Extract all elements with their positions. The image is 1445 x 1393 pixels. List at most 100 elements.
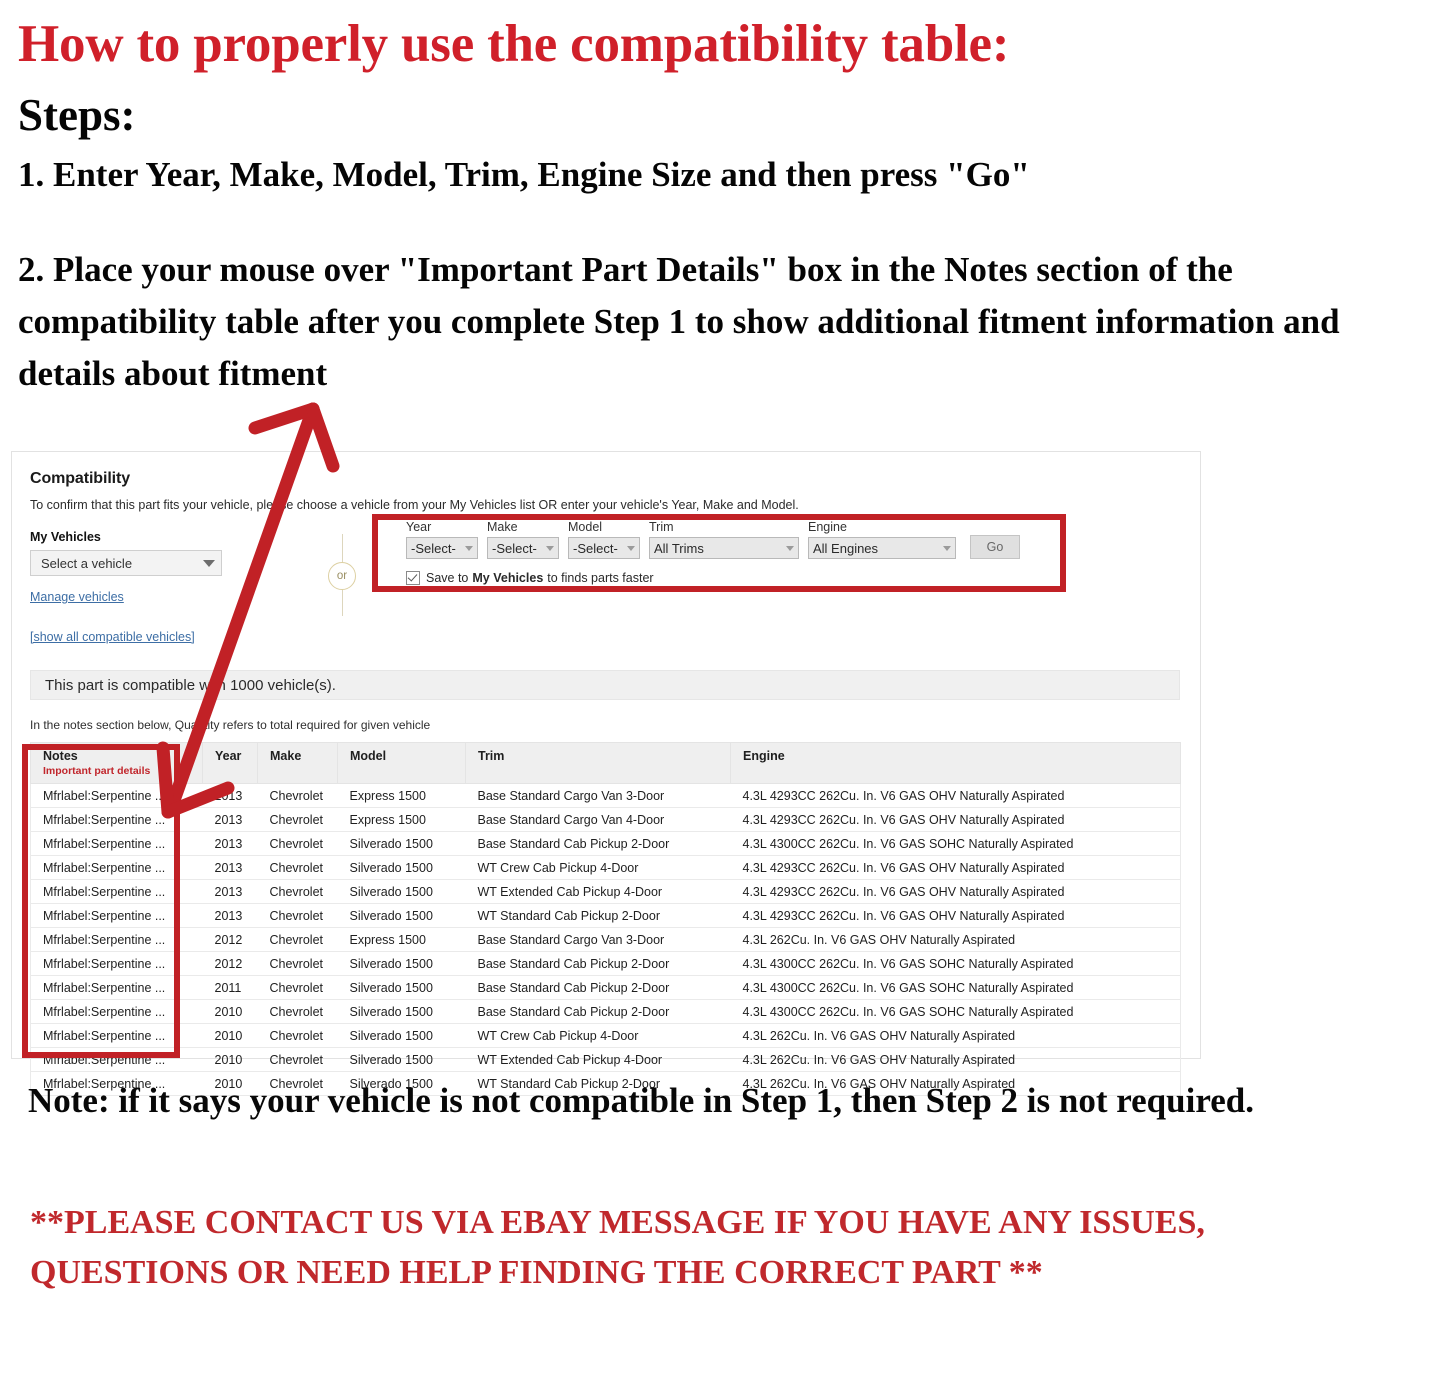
save-text-pre: Save to (426, 571, 469, 585)
cell-notes: Mfrlabel:Serpentine ... (30, 831, 203, 856)
cell-notes: Mfrlabel:Serpentine ... (30, 807, 203, 832)
cell-make: Chevrolet (257, 807, 338, 832)
step-2-text: 2. Place your mouse over "Important Part… (18, 250, 1340, 393)
cell-notes: Mfrlabel:Serpentine ... (30, 783, 203, 808)
cell-model: Silverado 1500 (337, 1047, 466, 1072)
cell-model: Silverado 1500 (337, 855, 466, 880)
step-1-text: 1. Enter Year, Make, Model, Trim, Engine… (18, 155, 1030, 194)
cell-trim: WT Extended Cab Pickup 4-Door (465, 1047, 731, 1072)
col-header-year[interactable]: Year (202, 742, 258, 784)
field-model: Model -Select- (568, 520, 640, 559)
engine-value: All Engines (813, 540, 879, 556)
table-row[interactable]: Mfrlabel:Serpentine ... 2013 Chevrolet Silv… (30, 879, 1181, 904)
cell-engine: 4.3L 4300CC 262Cu. In. V6 GAS SOHC Natur… (730, 831, 1181, 856)
table-row[interactable]: Mfrlabel:Serpentine ... 2013 Chevrolet Expr… (30, 807, 1181, 832)
chevron-down-icon (546, 545, 554, 551)
table-row[interactable]: Mfrlabel:Serpentine ... 2012 Chevrolet Expr… (30, 927, 1181, 952)
cell-model: Express 1500 (337, 927, 466, 952)
steps-heading: Steps: (18, 90, 136, 140)
field-trim: Trim All Trims (649, 520, 799, 559)
engine-dropdown[interactable]: All Engines (808, 537, 956, 559)
table-row[interactable]: Mfrlabel:Serpentine ... 2013 Chevrolet Silv… (30, 831, 1181, 856)
model-dropdown[interactable]: -Select- (568, 537, 640, 559)
make-value: -Select- (492, 540, 537, 556)
vehicle-select-value: Select a vehicle (41, 555, 133, 571)
cell-engine: 4.3L 262Cu. In. V6 GAS OHV Naturally Asp… (730, 1047, 1181, 1072)
cell-model: Silverado 1500 (337, 951, 466, 976)
table-row[interactable]: Mfrlabel:Serpentine ... 2011 Chevrolet Silv… (30, 975, 1181, 1000)
table-row[interactable]: Mfrlabel:Serpentine ... 2010 Chevrolet Silv… (30, 1023, 1181, 1048)
cell-trim: WT Crew Cab Pickup 4-Door (465, 855, 731, 880)
col-header-notes-label: Notes (43, 749, 78, 763)
table-row[interactable]: Mfrlabel:Serpentine ... 2013 Chevrolet Silv… (30, 855, 1181, 880)
col-header-notes[interactable]: Notes Important part details (30, 742, 203, 784)
instructions-block: How to properly use the compatibility ta… (18, 0, 1418, 399)
cell-engine: 4.3L 4293CC 262Cu. In. V6 GAS OHV Natura… (730, 879, 1181, 904)
table-row[interactable]: Mfrlabel:Serpentine ... 2010 Chevrolet Silv… (30, 999, 1181, 1024)
col-header-make[interactable]: Make (257, 742, 338, 784)
col-header-model[interactable]: Model (337, 742, 466, 784)
important-part-details-label[interactable]: Important part details (43, 765, 194, 777)
compatible-count-banner: This part is compatible with 1000 vehicl… (30, 670, 1180, 700)
manage-vehicles-link[interactable]: Manage vehicles (30, 590, 292, 604)
cell-model: Silverado 1500 (337, 975, 466, 1000)
cell-year: 2013 (202, 807, 258, 832)
cell-make: Chevrolet (257, 903, 338, 928)
trim-value: All Trims (654, 540, 704, 556)
save-text-bold: My Vehicles (472, 571, 544, 585)
chevron-down-icon (203, 559, 215, 567)
cell-model: Express 1500 (337, 783, 466, 808)
cell-make: Chevrolet (257, 783, 338, 808)
table-row[interactable]: Mfrlabel:Serpentine ... 2012 Chevrolet Silv… (30, 951, 1181, 976)
cell-notes: Mfrlabel:Serpentine ... (30, 855, 203, 880)
cell-trim: Base Standard Cab Pickup 2-Door (465, 975, 731, 1000)
page-title: How to properly use the compatibility ta… (18, 15, 1010, 73)
show-all-compatible-vehicles-link[interactable]: [show all compatible vehicles] (30, 630, 292, 644)
cell-year: 2010 (202, 999, 258, 1024)
fitment-table-body: Mfrlabel:Serpentine ... 2013 Chevrolet Expr… (30, 783, 1181, 1096)
cell-year: 2013 (202, 855, 258, 880)
save-checkbox[interactable] (406, 571, 420, 585)
cell-trim: Base Standard Cargo Van 3-Door (465, 927, 731, 952)
field-year: Year -Select- (406, 520, 478, 559)
cell-notes: Mfrlabel:Serpentine ... (30, 903, 203, 928)
cell-engine: 4.3L 4293CC 262Cu. In. V6 GAS OHV Natura… (730, 807, 1181, 832)
cell-model: Silverado 1500 (337, 831, 466, 856)
cell-year: 2013 (202, 831, 258, 856)
cell-model: Express 1500 (337, 807, 466, 832)
notes-quantity-hint: In the notes section below, Quantity ref… (30, 718, 431, 732)
save-to-my-vehicles-row[interactable]: Save to My Vehicles to finds parts faste… (406, 571, 1026, 585)
save-text-post: to finds parts faster (547, 571, 654, 585)
cell-make: Chevrolet (257, 927, 338, 952)
trim-dropdown[interactable]: All Trims (649, 537, 799, 559)
col-header-trim[interactable]: Trim (465, 742, 731, 784)
cell-notes: Mfrlabel:Serpentine ... (30, 927, 203, 952)
cell-model: Silverado 1500 (337, 1023, 466, 1048)
cell-make: Chevrolet (257, 951, 338, 976)
table-row[interactable]: Mfrlabel:Serpentine ... 2013 Chevrolet Silv… (30, 903, 1181, 928)
table-row[interactable]: Mfrlabel:Serpentine ... 2013 Chevrolet Expr… (30, 783, 1181, 808)
or-badge-label: or (328, 562, 356, 590)
go-button[interactable]: Go (970, 535, 1020, 559)
cell-engine: 4.3L 4300CC 262Cu. In. V6 GAS SOHC Natur… (730, 999, 1181, 1024)
cell-notes: Mfrlabel:Serpentine ... (30, 879, 203, 904)
compatibility-subtitle: To confirm that this part fits your vehi… (30, 498, 799, 512)
cell-year: 2011 (202, 975, 258, 1000)
year-dropdown[interactable]: -Select- (406, 537, 478, 559)
make-dropdown[interactable]: -Select- (487, 537, 559, 559)
cell-year: 2013 (202, 783, 258, 808)
cell-trim: WT Crew Cab Pickup 4-Door (465, 1023, 731, 1048)
chevron-down-icon (627, 545, 635, 551)
engine-label: Engine (808, 520, 847, 534)
trim-label: Trim (649, 520, 674, 534)
footer-contact-text: **PLEASE CONTACT US VIA EBAY MESSAGE IF … (30, 1204, 1205, 1292)
table-row[interactable]: Mfrlabel:Serpentine ... 2010 Chevrolet Silv… (30, 1047, 1181, 1072)
cell-trim: Base Standard Cargo Van 3-Door (465, 783, 731, 808)
cell-notes: Mfrlabel:Serpentine ... (30, 1047, 203, 1072)
compatibility-heading: Compatibility (30, 470, 131, 487)
cell-year: 2013 (202, 879, 258, 904)
col-header-engine[interactable]: Engine (730, 742, 1181, 784)
vehicle-finder-form: Year -Select- Make -Select- Model -Selec… (406, 520, 1026, 585)
cell-trim: Base Standard Cargo Van 4-Door (465, 807, 731, 832)
vehicle-select-dropdown[interactable]: Select a vehicle (30, 550, 222, 576)
